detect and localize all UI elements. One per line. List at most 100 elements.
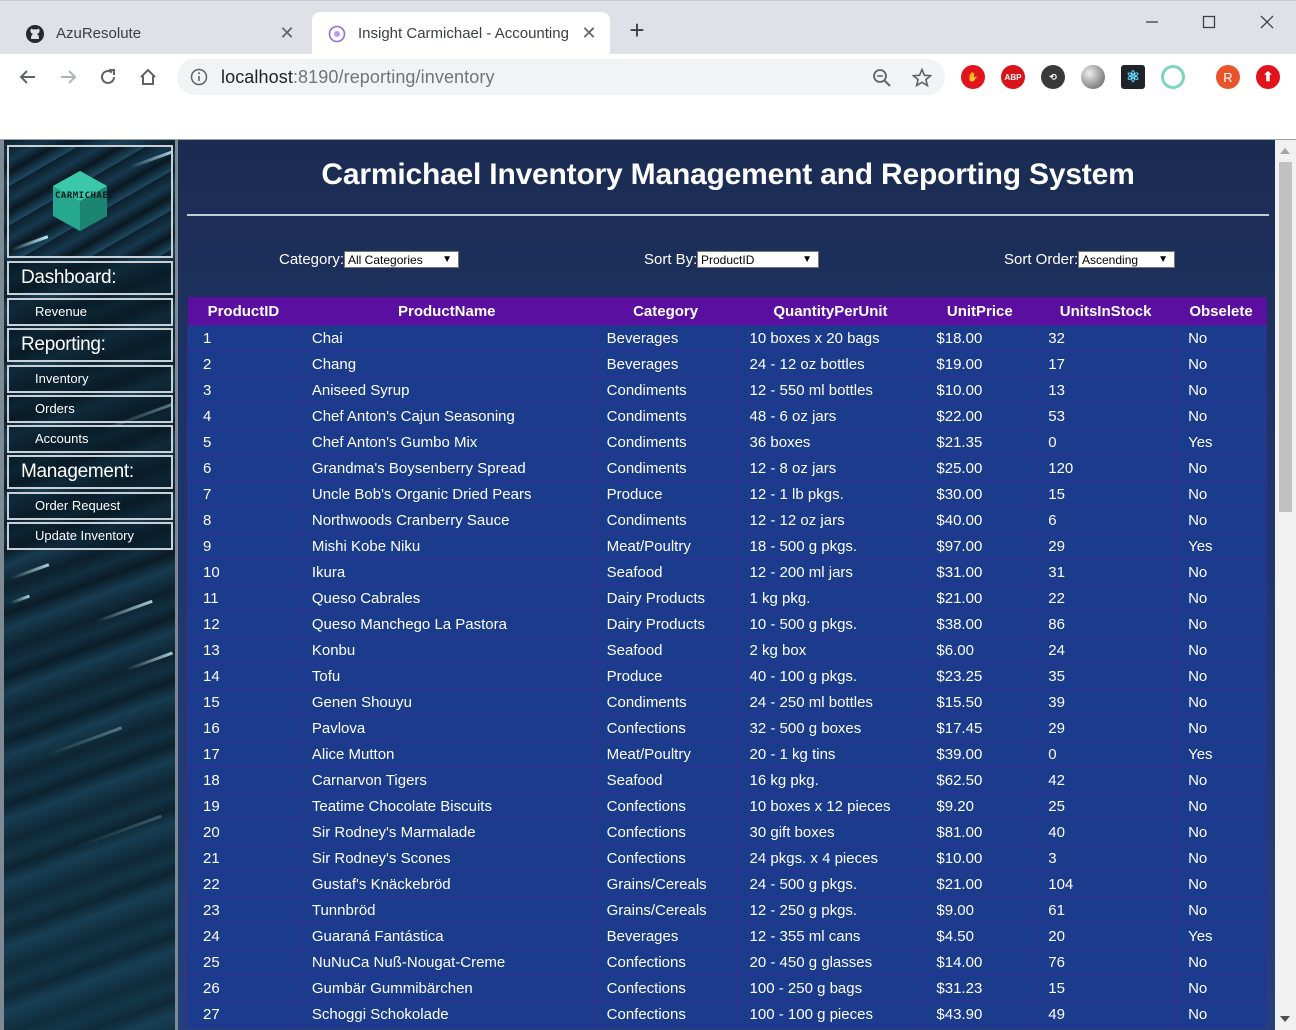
- minimize-button[interactable]: [1132, 9, 1172, 35]
- nav-item-revenue[interactable]: Revenue: [7, 298, 173, 326]
- cell-productname: Guaraná Fantástica: [298, 922, 595, 950]
- table-row[interactable]: 22 Gustaf's Knäckebröd Grains/Cereals 24 - …: [187, 870, 1267, 898]
- cell-category: Confections: [593, 948, 738, 976]
- table-row[interactable]: 20 Sir Rodney's Marmalade Confections 30 gi…: [187, 818, 1267, 846]
- table-row[interactable]: 10 Ikura Seafood 12 - 200 ml jars $31.00 31 No: [187, 558, 1267, 586]
- window-close-button[interactable]: [1247, 9, 1287, 35]
- table-row[interactable]: 26 Gumbär Gummibärchen Confections 100 - 25…: [187, 974, 1267, 1002]
- tab-insight-carmichael[interactable]: Insight Carmichael - Accounting ✕: [312, 12, 610, 55]
- cell-unitprice: $31.23: [923, 974, 1037, 1002]
- back-button[interactable]: [14, 63, 42, 91]
- column-header-productname[interactable]: ProductName: [299, 297, 595, 325]
- cell-unitprice: $17.45: [923, 714, 1037, 742]
- table-row[interactable]: 21 Sir Rodney's Scones Confections 24 pkgs.…: [187, 844, 1267, 872]
- table-row[interactable]: 7 Uncle Bob's Organic Dried Pears Produce 1…: [187, 480, 1267, 508]
- column-header-unitprice[interactable]: UnitPrice: [923, 297, 1036, 325]
- sort-by-select[interactable]: ProductID ▼: [697, 251, 819, 268]
- table-row[interactable]: 16 Pavlova Confections 32 - 500 g boxes $17.…: [187, 714, 1267, 742]
- cell-category: Condiments: [593, 506, 738, 534]
- column-header-quantityperunit[interactable]: QuantityPerUnit: [737, 297, 924, 325]
- cell-productname: Konbu: [298, 636, 595, 664]
- close-icon[interactable]: ✕: [274, 23, 300, 44]
- nav-item-order-request[interactable]: Order Request: [7, 492, 173, 520]
- cell-productid: 9: [187, 532, 300, 560]
- maximize-button[interactable]: [1189, 9, 1229, 35]
- cell-unitsinstock: 31: [1035, 558, 1177, 586]
- forward-button[interactable]: [54, 63, 82, 91]
- table-row[interactable]: 18 Carnarvon Tigers Seafood 16 kg pkg. $62.5…: [187, 766, 1267, 794]
- cell-productname: Schoggi Schokolade: [298, 1000, 595, 1028]
- sphere-extension-icon[interactable]: [1081, 65, 1105, 89]
- history-extension-icon[interactable]: ⟲: [1041, 65, 1065, 89]
- table-row[interactable]: 9 Mishi Kobe Niku Meat/Poultry 18 - 500 g p…: [187, 532, 1267, 560]
- info-icon[interactable]: [190, 68, 208, 86]
- table-row[interactable]: 19 Teatime Chocolate Biscuits Confections 1…: [187, 792, 1267, 820]
- table-row[interactable]: 8 Northwoods Cranberry Sauce Condiments 12 …: [187, 506, 1267, 534]
- table-body: 1 Chai Beverages 10 boxes x 20 bags $18.00 32…: [187, 324, 1267, 1028]
- new-tab-button[interactable]: +: [624, 17, 650, 44]
- column-header-productid[interactable]: ProductID: [187, 297, 300, 325]
- table-row[interactable]: 1 Chai Beverages 10 boxes x 20 bags $18.00 32…: [187, 324, 1267, 352]
- cell-unitsinstock: 29: [1035, 714, 1177, 742]
- table-row[interactable]: 15 Genen Shouyu Condiments 24 - 250 ml bott…: [187, 688, 1267, 716]
- scroll-down-arrow-icon[interactable]: [1280, 1016, 1290, 1022]
- company-logo[interactable]: CARMICHAEL: [7, 145, 173, 258]
- reload-button[interactable]: [94, 63, 122, 91]
- profile-avatar[interactable]: R: [1216, 65, 1240, 89]
- cell-productid: 27: [187, 1000, 300, 1028]
- table-row[interactable]: 4 Chef Anton's Cajun Seasoning Condiments 4…: [187, 402, 1267, 430]
- cell-category: Produce: [593, 662, 738, 690]
- table-row[interactable]: 5 Chef Anton's Gumbo Mix Condiments 36 boxe…: [187, 428, 1267, 456]
- react-devtools-icon[interactable]: ⚛: [1121, 65, 1145, 89]
- cell-quantityperunit: 100 - 250 g bags: [736, 974, 925, 1002]
- table-row[interactable]: 12 Queso Manchego La Pastora Dairy Product…: [187, 610, 1267, 638]
- sort-order-select[interactable]: Ascending ▼: [1078, 251, 1175, 268]
- cell-unitsinstock: 32: [1035, 324, 1177, 352]
- table-row[interactable]: 13 Konbu Seafood 2 kg box $6.00 24 No: [187, 636, 1267, 664]
- cell-quantityperunit: 12 - 250 g pkgs.: [736, 896, 925, 924]
- home-button[interactable]: [134, 63, 162, 91]
- cell-obselete: No: [1175, 818, 1267, 846]
- address-bar[interactable]: localhost:8190/reporting/inventory: [177, 59, 945, 95]
- target-extension-icon[interactable]: [1161, 65, 1185, 89]
- page-title: Carmichael Inventory Management and Repo…: [321, 158, 1135, 191]
- cell-obselete: Yes: [1175, 532, 1267, 560]
- table-row[interactable]: 25 NuNuCa Nuß-Nougat-Creme Confections 20 -…: [187, 948, 1267, 976]
- scroll-up-arrow-icon[interactable]: [1280, 148, 1290, 154]
- adblock-extension-icon[interactable]: ABP: [1001, 65, 1025, 89]
- cell-unitprice: $6.00: [923, 636, 1037, 664]
- cell-productname: Chef Anton's Cajun Seasoning: [298, 402, 595, 430]
- table-row[interactable]: 2 Chang Beverages 24 - 12 oz bottles $19.00 1…: [187, 350, 1267, 378]
- column-header-obselete[interactable]: Obselete: [1175, 297, 1267, 325]
- cell-unitsinstock: 13: [1035, 376, 1177, 404]
- bookmark-star-icon[interactable]: [911, 67, 933, 89]
- category-select[interactable]: All Categories ▼: [344, 251, 459, 268]
- cell-productname: Mishi Kobe Niku: [298, 532, 595, 560]
- nav-item-orders[interactable]: Orders: [7, 395, 173, 423]
- cell-unitsinstock: 0: [1035, 428, 1177, 456]
- tab-azuresolute[interactable]: AzuResolute ✕: [8, 12, 308, 55]
- column-header-unitsinstock[interactable]: UnitsInStock: [1035, 297, 1176, 325]
- table-row[interactable]: 14 Tofu Produce 40 - 100 g pkgs. $23.25 35 No: [187, 662, 1267, 690]
- table-row[interactable]: 3 Aniseed Syrup Condiments 12 - 550 ml bott…: [187, 376, 1267, 404]
- nav-item-inventory[interactable]: Inventory: [7, 365, 173, 393]
- close-icon[interactable]: ✕: [576, 23, 602, 44]
- table-row[interactable]: 24 Guaraná Fantástica Beverages 12 - 355 ml…: [187, 922, 1267, 950]
- cell-unitprice: $40.00: [923, 506, 1037, 534]
- table-row[interactable]: 23 Tunnbröd Grains/Cereals 12 - 250 g pkgs.…: [187, 896, 1267, 924]
- page-scrollbar[interactable]: [1275, 140, 1296, 1030]
- table-row[interactable]: 17 Alice Mutton Meat/Poultry 20 - 1 kg tins…: [187, 740, 1267, 768]
- url-host: localhost: [221, 66, 293, 87]
- table-row[interactable]: 11 Queso Cabrales Dairy Products 1 kg pkg. $…: [187, 584, 1267, 612]
- table-row[interactable]: 27 Schoggi Schokolade Confections 100 - 100…: [187, 1000, 1267, 1028]
- scrollbar-thumb[interactable]: [1279, 162, 1292, 512]
- update-arrow-icon[interactable]: ⬆: [1256, 65, 1280, 89]
- github-icon: [24, 23, 46, 45]
- cell-productname: Chang: [298, 350, 595, 378]
- column-header-category[interactable]: Category: [594, 297, 738, 325]
- stop-hand-extension-icon[interactable]: ✋: [961, 65, 985, 89]
- table-row[interactable]: 6 Grandma's Boysenberry Spread Condiments 1…: [187, 454, 1267, 482]
- zoom-icon[interactable]: [871, 67, 893, 89]
- nav-item-update-inventory[interactable]: Update Inventory: [7, 522, 173, 550]
- nav-item-accounts[interactable]: Accounts: [7, 425, 173, 453]
